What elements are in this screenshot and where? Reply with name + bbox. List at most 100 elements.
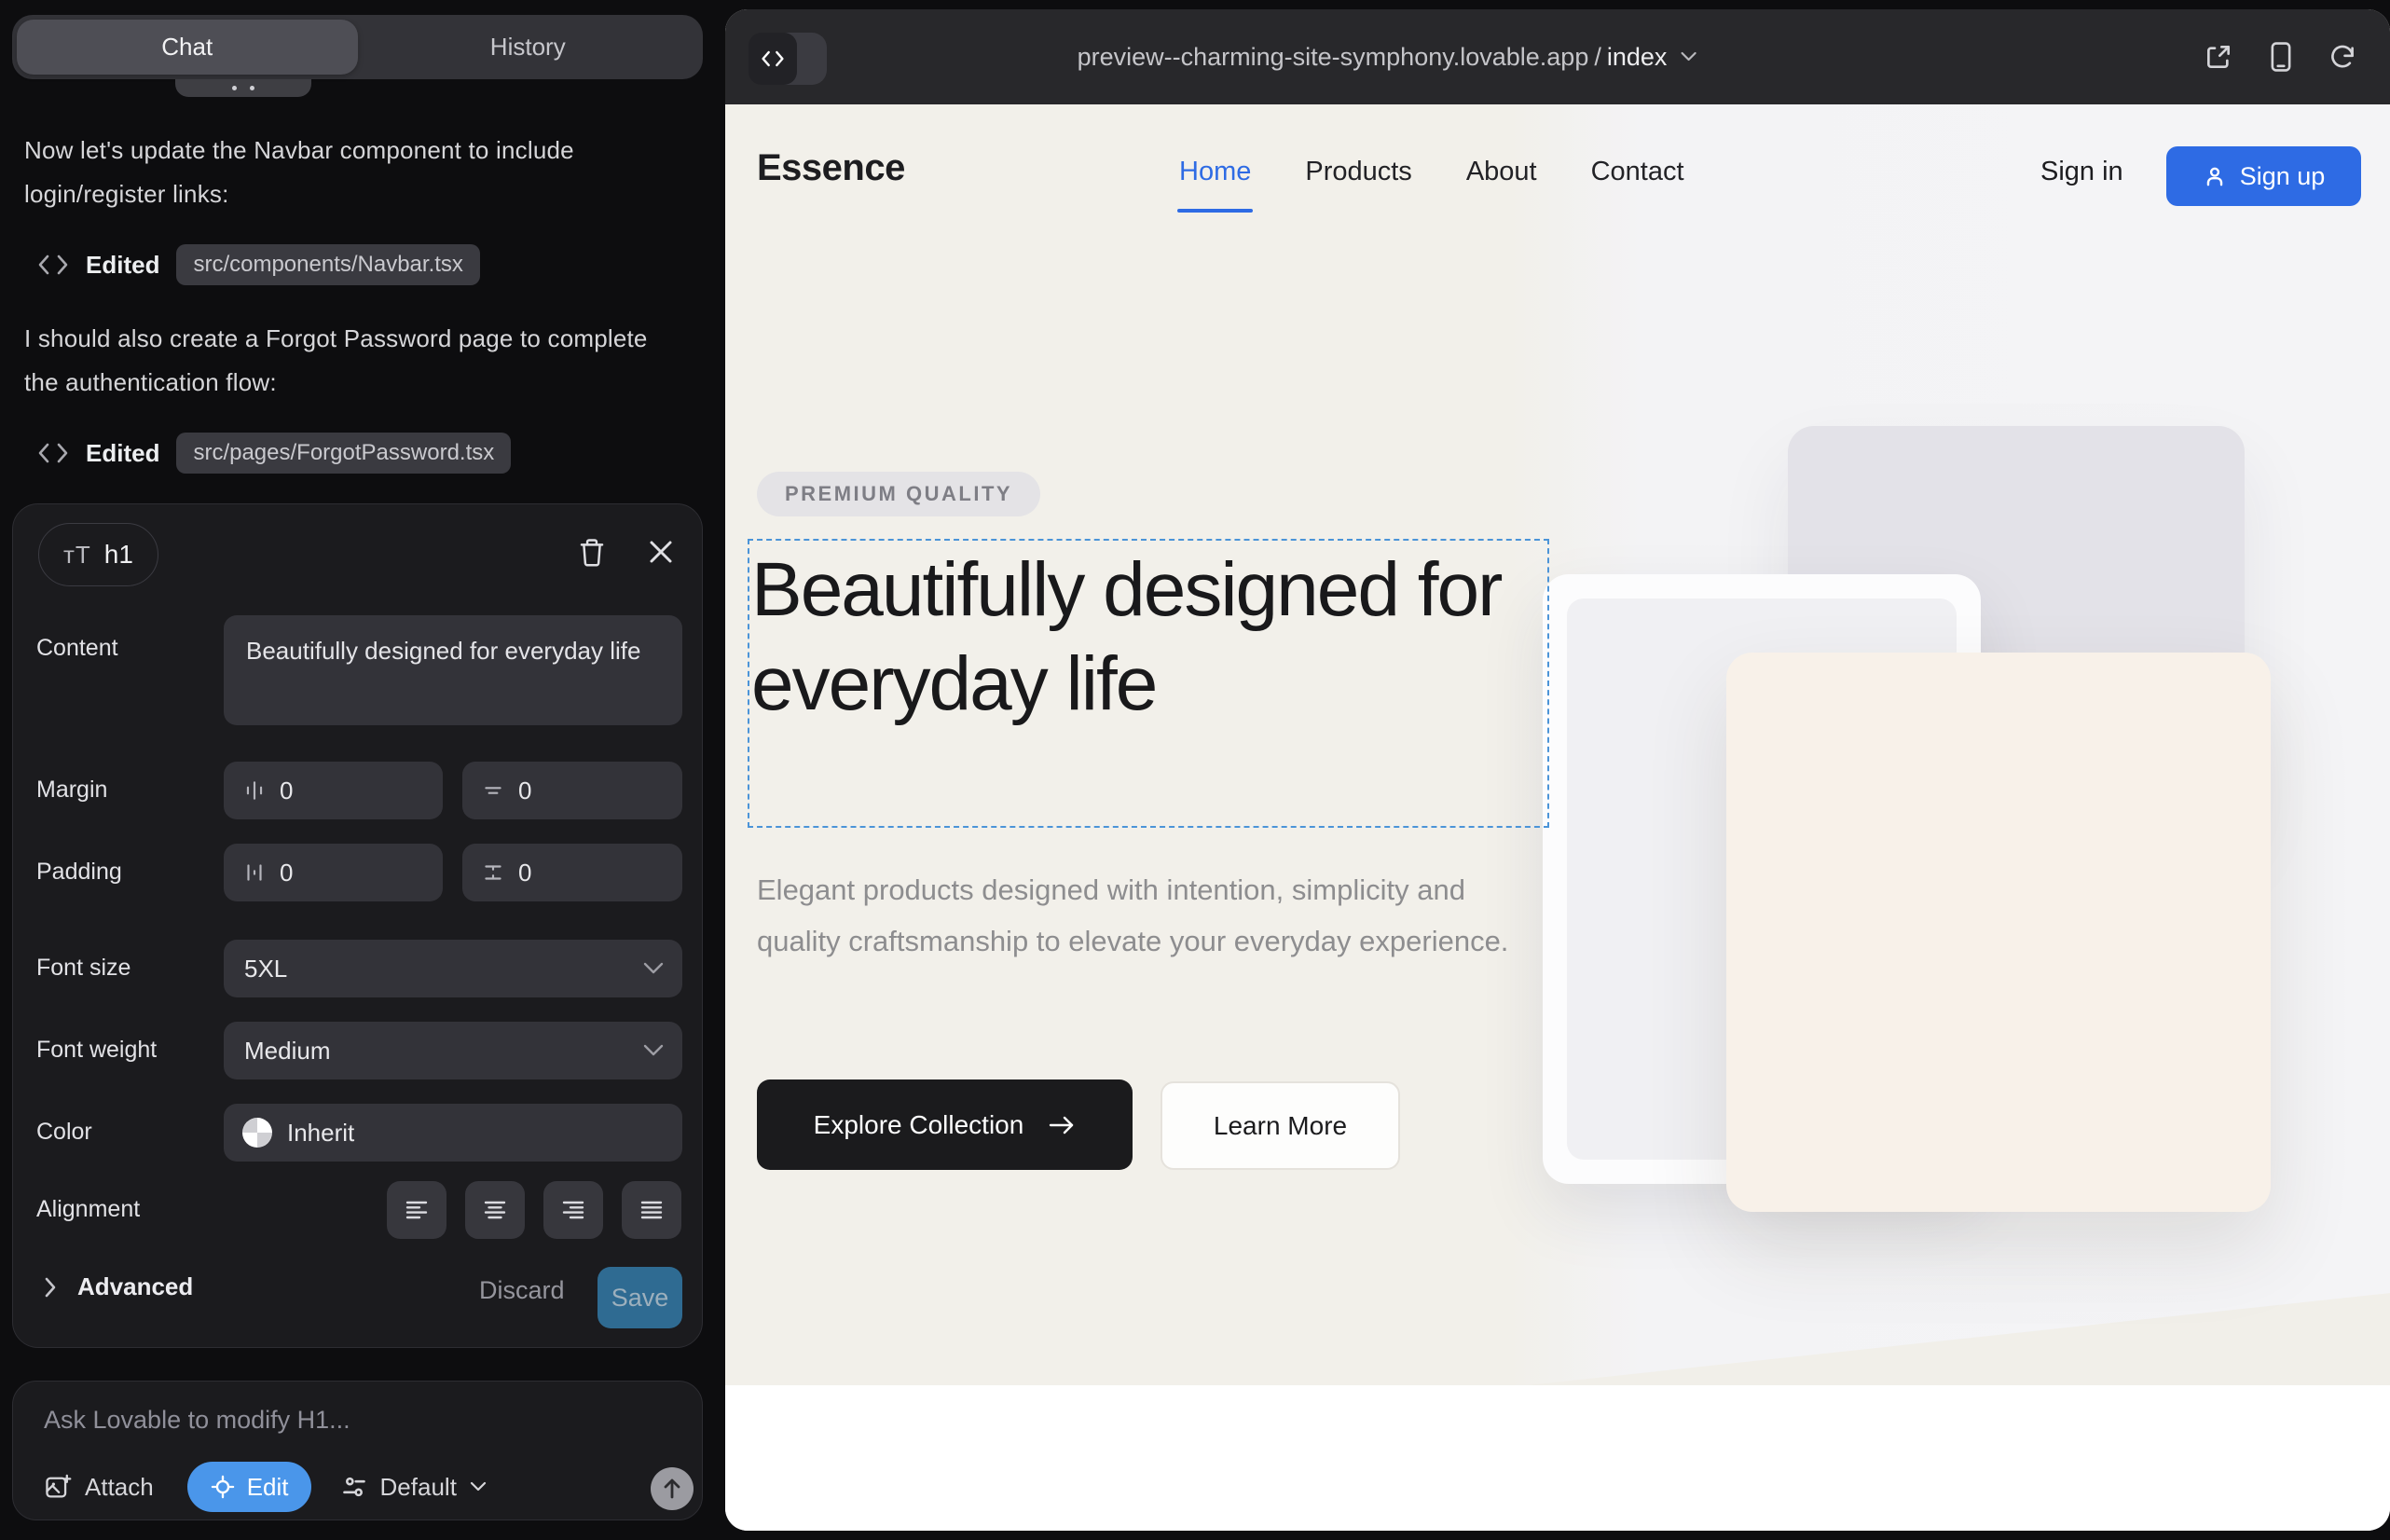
- nav-link-home[interactable]: Home: [1179, 157, 1251, 187]
- advanced-toggle[interactable]: Advanced: [44, 1272, 193, 1301]
- hero-headline[interactable]: Beautifully designed for everyday life: [751, 543, 1534, 731]
- tab-history[interactable]: History: [358, 20, 699, 75]
- site-hero-section: Essence Home Products About Contact Sign…: [725, 104, 2390, 1385]
- alignment-label: Alignment: [36, 1196, 140, 1223]
- hero-description: Elegant products designed with intention…: [757, 864, 1512, 967]
- code-icon: [37, 442, 69, 464]
- chevron-down-icon: [470, 1481, 487, 1492]
- content-label: Content: [36, 635, 118, 662]
- send-button[interactable]: [651, 1467, 694, 1510]
- edited-file-badge[interactable]: src/pages/ForgotPassword.tsx: [176, 433, 511, 474]
- font-weight-value: Medium: [244, 1037, 330, 1066]
- hero-diagonal-accent: [1527, 1278, 2390, 1385]
- mode-label: Default: [380, 1473, 457, 1502]
- chat-composer: Ask Lovable to modify H1... Attach Edit …: [12, 1381, 703, 1520]
- nav-link-contact[interactable]: Contact: [1591, 157, 1684, 187]
- preview-url[interactable]: preview--charming-site-symphony.lovable.…: [1078, 9, 1697, 104]
- close-editor-button[interactable]: [647, 538, 675, 566]
- color-swatch: [242, 1118, 272, 1148]
- chevron-down-icon: [643, 1044, 664, 1057]
- font-size-label: Font size: [36, 955, 130, 982]
- margin-x-input[interactable]: 0: [224, 762, 443, 819]
- discard-button[interactable]: Discard: [479, 1276, 565, 1305]
- chevron-down-icon: [1680, 51, 1696, 62]
- edit-mode-button[interactable]: Edit: [187, 1462, 311, 1512]
- edited-file-badge[interactable]: src/components/Navbar.tsx: [176, 244, 479, 285]
- padding-x-icon: [242, 860, 267, 885]
- edit-label: Edit: [247, 1473, 289, 1502]
- arrow-right-icon: [1048, 1115, 1076, 1135]
- open-in-new-tab-icon[interactable]: [2204, 42, 2233, 72]
- code-view-icon: [749, 33, 797, 85]
- font-weight-select[interactable]: Medium: [224, 1022, 682, 1079]
- margin-y-input[interactable]: 0: [462, 762, 682, 819]
- chevron-right-icon: [44, 1277, 57, 1298]
- hero-image-card-front: [1726, 653, 2271, 1212]
- sign-in-link[interactable]: Sign in: [2040, 157, 2123, 187]
- preview-window: preview--charming-site-symphony.lovable.…: [725, 9, 2390, 1531]
- sliders-icon: [341, 1474, 367, 1500]
- save-button[interactable]: Save: [598, 1267, 682, 1328]
- learn-more-button[interactable]: Learn More: [1161, 1081, 1400, 1170]
- typography-icon: тT: [63, 541, 91, 570]
- color-label: Color: [36, 1119, 92, 1146]
- padding-y-input[interactable]: 0: [462, 844, 682, 901]
- composer-input[interactable]: Ask Lovable to modify H1...: [44, 1406, 350, 1435]
- sign-up-label: Sign up: [2240, 162, 2326, 191]
- delete-element-button[interactable]: [578, 538, 606, 568]
- margin-x-icon: [242, 778, 267, 803]
- font-size-value: 5XL: [244, 955, 287, 983]
- site-navbar: Essence Home Products About Contact Sign…: [725, 104, 2390, 244]
- color-value: Inherit: [287, 1119, 354, 1148]
- cta-primary-label: Explore Collection: [814, 1110, 1024, 1140]
- scrolled-badge-partial: [175, 79, 311, 97]
- edited-label: Edited: [86, 439, 159, 468]
- preview-path: index: [1607, 43, 1668, 72]
- attach-button[interactable]: Attach: [44, 1473, 154, 1502]
- target-icon: [210, 1474, 236, 1500]
- site-next-section: [725, 1385, 2390, 1531]
- attach-label: Attach: [85, 1473, 154, 1502]
- mode-selector[interactable]: Default: [341, 1473, 487, 1502]
- chat-message: I should also create a Forgot Password p…: [24, 317, 667, 405]
- chevron-down-icon: [643, 962, 664, 975]
- margin-label: Margin: [36, 777, 107, 804]
- nav-link-about[interactable]: About: [1466, 157, 1537, 187]
- margin-x-value: 0: [280, 777, 293, 805]
- tab-chat[interactable]: Chat: [17, 20, 358, 75]
- code-icon: [37, 254, 69, 276]
- explore-collection-button[interactable]: Explore Collection: [757, 1079, 1133, 1170]
- align-justify-button[interactable]: [622, 1181, 681, 1239]
- element-tag: h1: [104, 540, 133, 570]
- chat-history-tabbar: Chat History: [12, 15, 703, 79]
- font-weight-label: Font weight: [36, 1037, 157, 1064]
- align-center-button[interactable]: [465, 1181, 525, 1239]
- content-input[interactable]: Beautifully designed for everyday life: [224, 615, 682, 725]
- sign-up-button[interactable]: Sign up: [2166, 146, 2361, 206]
- padding-label: Padding: [36, 859, 122, 886]
- lovable-side-panel: Chat History Now let's update the Navbar…: [0, 0, 708, 1540]
- premium-quality-badge: PREMIUM QUALITY: [757, 472, 1040, 516]
- chat-message: Now let's update the Navbar component to…: [24, 129, 667, 216]
- advanced-label: Advanced: [77, 1272, 193, 1301]
- user-icon: [2203, 164, 2227, 188]
- mobile-view-icon[interactable]: [2269, 41, 2293, 73]
- align-right-button[interactable]: [543, 1181, 603, 1239]
- refresh-icon[interactable]: [2328, 43, 2356, 71]
- nav-link-products[interactable]: Products: [1305, 157, 1411, 187]
- element-editor-panel: тT h1 Content Beautifully designed for e…: [12, 503, 703, 1348]
- margin-y-icon: [481, 778, 505, 803]
- edited-file-row: Edited src/pages/ForgotPassword.tsx: [37, 433, 511, 474]
- align-left-button[interactable]: [387, 1181, 446, 1239]
- edited-file-row: Edited src/components/Navbar.tsx: [37, 244, 480, 285]
- site-logo[interactable]: Essence: [757, 147, 905, 189]
- margin-y-value: 0: [518, 777, 531, 805]
- code-preview-toggle[interactable]: [749, 33, 827, 85]
- font-size-select[interactable]: 5XL: [224, 940, 682, 997]
- selected-element-chip[interactable]: тT h1: [38, 523, 158, 586]
- edited-label: Edited: [86, 251, 159, 280]
- padding-x-input[interactable]: 0: [224, 844, 443, 901]
- attach-image-icon: [44, 1473, 72, 1501]
- color-select[interactable]: Inherit: [224, 1104, 682, 1162]
- preview-toolbar: preview--charming-site-symphony.lovable.…: [725, 9, 2390, 104]
